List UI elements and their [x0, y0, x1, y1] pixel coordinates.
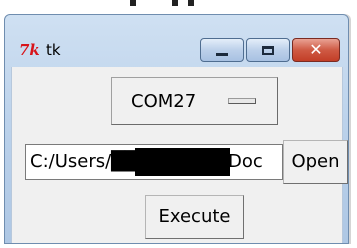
caption-buttons: ✕ [200, 38, 340, 62]
redaction-box [135, 148, 230, 176]
window-title: tk [46, 41, 61, 59]
title-bar[interactable]: 7k tk ✕ [5, 15, 348, 65]
maximize-button[interactable] [246, 38, 290, 62]
close-button[interactable]: ✕ [292, 38, 340, 62]
desktop-fragment [172, 0, 178, 6]
com-port-menubutton[interactable]: COM27 [111, 77, 278, 125]
option-menu-indicator-icon [228, 98, 256, 104]
tk-window: 7k tk ✕ COM27 C:/Users/████████/Doc Open… [4, 14, 349, 244]
desktop-background [0, 0, 357, 14]
tk-feather-icon[interactable]: 7k [19, 43, 40, 58]
minimize-icon [216, 52, 228, 56]
open-button[interactable]: Open [283, 140, 348, 184]
desktop-fragment [130, 0, 136, 6]
execute-button[interactable]: Execute [145, 195, 244, 239]
desktop-fragment [188, 0, 194, 6]
close-icon: ✕ [309, 40, 323, 59]
minimize-button[interactable] [200, 38, 244, 62]
com-port-selected-value: COM27 [131, 91, 197, 112]
maximize-icon [262, 45, 274, 55]
window-client-area: COM27 C:/Users/████████/Doc Open Execute [11, 67, 348, 243]
